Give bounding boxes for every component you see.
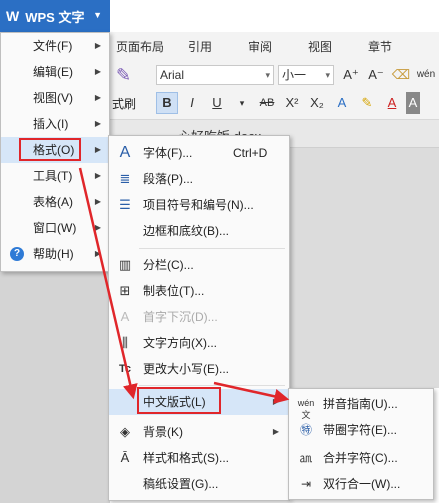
submenu-item-two-lines-in-one[interactable]: ⇥ 双行合一(W)... (289, 471, 433, 497)
menu-item-table[interactable]: 表格(A) ▶ (1, 189, 109, 215)
text-effect-icon[interactable]: A (331, 92, 353, 114)
submenu-item-enclosed-characters[interactable]: ㊕ 带圈字符(E)... (289, 417, 433, 443)
font-family-select[interactable]: Arial (156, 65, 274, 85)
submenu-item-tabs[interactable]: ⊞ 制表位(T)... (109, 278, 289, 304)
style-row: B I U ▾ AB X² X₂ A ✎ A A (156, 92, 423, 114)
font-size-select[interactable]: 小一 (278, 65, 334, 85)
submenu-arrow-icon: ▶ (94, 197, 101, 206)
phonetic-guide-icon[interactable]: wén (415, 64, 437, 86)
enclosed-character-icon: ㊕ (299, 423, 312, 437)
font-row: Arial 小一 A⁺ A⁻ ⌫ wén (156, 64, 439, 86)
submenu-arrow-icon: ▶ (94, 223, 101, 232)
drop-cap-icon: A (120, 309, 130, 324)
tab-review[interactable]: 审阅 (230, 36, 290, 58)
wps-logo-icon: W (6, 8, 20, 24)
styles-icon: Ā (120, 450, 130, 465)
format-submenu: A 字体(F)... Ctrl+D ≣ 段落(P)... ☰ 项目符号和编号(N… (108, 135, 290, 501)
submenu-item-borders-shading[interactable]: 边框和底纹(B)... (109, 218, 289, 244)
submenu-item-manuscript-setup[interactable]: 稿纸设置(G)... (109, 471, 289, 497)
ribbon-tabs: 页面布局 引用 审阅 视图 章节 (110, 36, 410, 58)
submenu-item-bullets-numbering[interactable]: ☰ 项目符号和编号(N)... (109, 192, 289, 218)
submenu-arrow-icon: ▶ (94, 119, 101, 128)
submenu-arrow-icon: ▶ (94, 93, 101, 102)
submenu-item-columns[interactable]: ▥ 分栏(C)... (109, 252, 289, 278)
format-painter-label[interactable]: 式刷 (112, 95, 136, 112)
format-painter-group: ✎ (112, 64, 131, 86)
menu-item-help[interactable]: ? 帮助(H) ▶ (1, 241, 109, 267)
shrink-font-icon[interactable]: A⁻ (365, 64, 387, 86)
submenu-item-background[interactable]: ◈ 背景(K) ▶ (109, 419, 289, 445)
workspace-background (0, 272, 110, 503)
submenu-arrow-icon: ▶ (94, 67, 101, 76)
workspace-background-right (290, 148, 439, 388)
two-lines-icon: ⇥ (300, 477, 312, 491)
tab-page-layout[interactable]: 页面布局 (110, 36, 170, 58)
annotation-box-chinese-layout (137, 387, 221, 414)
submenu-item-text-direction[interactable]: ⫼ 文字方向(X)... (109, 330, 289, 356)
chinese-layout-submenu: wén 文 拼音指南(U)... ㊕ 带圈字符(E)... ㏂ 合并字符(C)..… (288, 388, 434, 500)
submenu-arrow-icon: ▶ (94, 249, 101, 258)
submenu-item-phonetic-guide[interactable]: wén 文 拼音指南(U)... (289, 391, 433, 420)
submenu-item-change-case[interactable]: Tc 更改大小写(E)... (109, 356, 289, 382)
format-painter-label-row: 式刷 (112, 92, 136, 114)
submenu-item-paragraph[interactable]: ≣ 段落(P)... (109, 166, 289, 192)
paragraph-icon: ≣ (119, 171, 131, 186)
submenu-arrow-icon: ▶ (94, 41, 101, 50)
tab-chapter[interactable]: 章节 (350, 36, 410, 58)
text-direction-icon: ⫼ (122, 335, 128, 350)
bold-button[interactable]: B (156, 92, 178, 114)
strikethrough-button[interactable]: AB (256, 92, 278, 114)
menu-separator (139, 248, 285, 249)
chevron-down-icon: ▼ (93, 10, 102, 20)
submenu-item-drop-cap: A 首字下沉(D)... (109, 304, 289, 330)
clear-format-icon[interactable]: ⌫ (390, 64, 412, 86)
wps-menu-button[interactable]: W WPS 文字 ▼ (0, 0, 110, 32)
highlight-icon[interactable]: ✎ (356, 92, 378, 114)
underline-button[interactable]: U (206, 92, 228, 114)
submenu-arrow-icon: ▶ (94, 171, 101, 180)
submenu-arrow-icon: ▶ (94, 145, 101, 154)
annotation-box-format (19, 138, 81, 161)
bullet-list-icon: ☰ (119, 197, 131, 212)
app-title: WPS 文字 (25, 9, 85, 25)
menu-item-edit[interactable]: 编辑(E) ▶ (1, 59, 109, 85)
subscript-button[interactable]: X₂ (306, 92, 328, 114)
menu-item-window[interactable]: 窗口(W) ▶ (1, 215, 109, 241)
menu-item-tools[interactable]: 工具(T) ▶ (1, 163, 109, 189)
help-icon: ? (10, 247, 24, 261)
change-case-icon: Tc (118, 363, 132, 375)
menu-item-insert[interactable]: 插入(I) ▶ (1, 111, 109, 137)
paint-bucket-icon: ◈ (120, 424, 130, 439)
grow-font-icon[interactable]: A⁺ (340, 64, 362, 86)
submenu-item-styles[interactable]: Ā 样式和格式(S)... (109, 445, 289, 471)
menu-item-file[interactable]: 文件(F) ▶ (1, 33, 109, 59)
tab-view[interactable]: 视图 (290, 36, 350, 58)
tab-references[interactable]: 引用 (170, 36, 230, 58)
columns-icon: ▥ (118, 257, 132, 272)
menu-separator (139, 385, 285, 386)
italic-button[interactable]: I (181, 92, 203, 114)
char-shading-icon[interactable]: A (406, 92, 420, 114)
submenu-arrow-icon: ▶ (272, 427, 279, 436)
tab-stop-icon: ⊞ (119, 283, 131, 298)
font-icon: A (119, 144, 131, 161)
superscript-button[interactable]: X² (281, 92, 303, 114)
font-color-icon[interactable]: A (381, 92, 403, 114)
submenu-item-combine-characters[interactable]: ㏂ 合并字符(C)... (289, 445, 433, 471)
submenu-item-font[interactable]: A 字体(F)... Ctrl+D (109, 140, 289, 166)
combine-characters-icon: ㏂ (299, 451, 312, 465)
submenu-arrow-icon: ▶ (272, 397, 279, 406)
menu-item-view[interactable]: 视图(V) ▶ (1, 85, 109, 111)
format-painter-icon[interactable]: ✎ (116, 65, 131, 86)
underline-dropdown-icon[interactable]: ▾ (231, 92, 253, 114)
shortcut-label: Ctrl+D (233, 146, 268, 160)
